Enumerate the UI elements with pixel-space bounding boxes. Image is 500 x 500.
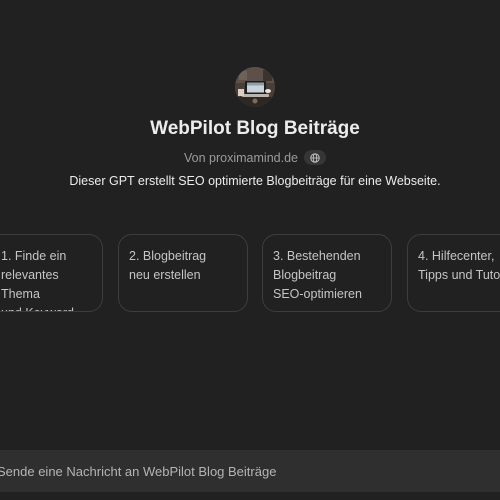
- gpt-avatar: [235, 67, 275, 107]
- starter-card-2[interactable]: 2. Blogbeitrag neu erstellen: [118, 234, 248, 312]
- gpt-description: Dieser GPT erstellt SEO optimierte Blogb…: [69, 174, 441, 188]
- conversation-starters: 1. Finde ein relevantes Thema und Keywor…: [0, 234, 500, 314]
- starter-card-4[interactable]: 4. Hilfecenter, Tipps und Tutorials: [407, 234, 500, 312]
- starter-card-3[interactable]: 3. Bestehenden Blogbeitrag SEO-optimiere…: [262, 234, 392, 312]
- blog-workspace-photo-icon: [235, 67, 275, 107]
- website-link-button[interactable]: [303, 150, 326, 165]
- starter-card-text: 1. Finde ein relevantes Thema und Keywor…: [1, 249, 74, 311]
- starter-card-1[interactable]: 1. Finde ein relevantes Thema und Keywor…: [0, 234, 103, 312]
- author-label: Von proximamind.de: [184, 150, 298, 165]
- message-input[interactable]: [0, 450, 500, 492]
- starter-card-text: 2. Blogbeitrag neu erstellen: [129, 249, 207, 282]
- gpt-title: WebPilot Blog Beiträge: [150, 118, 360, 139]
- gpt-landing-page: WebPilot Blog Beiträge Von proximamind.d…: [0, 0, 500, 500]
- message-composer: [0, 450, 500, 492]
- globe-icon: [310, 152, 320, 163]
- starter-card-text: 3. Bestehenden Blogbeitrag SEO-optimiere…: [273, 249, 362, 301]
- author-row: Von proximamind.de: [0, 150, 500, 165]
- starter-card-text: 4. Hilfecenter, Tipps und Tutorials: [418, 249, 500, 282]
